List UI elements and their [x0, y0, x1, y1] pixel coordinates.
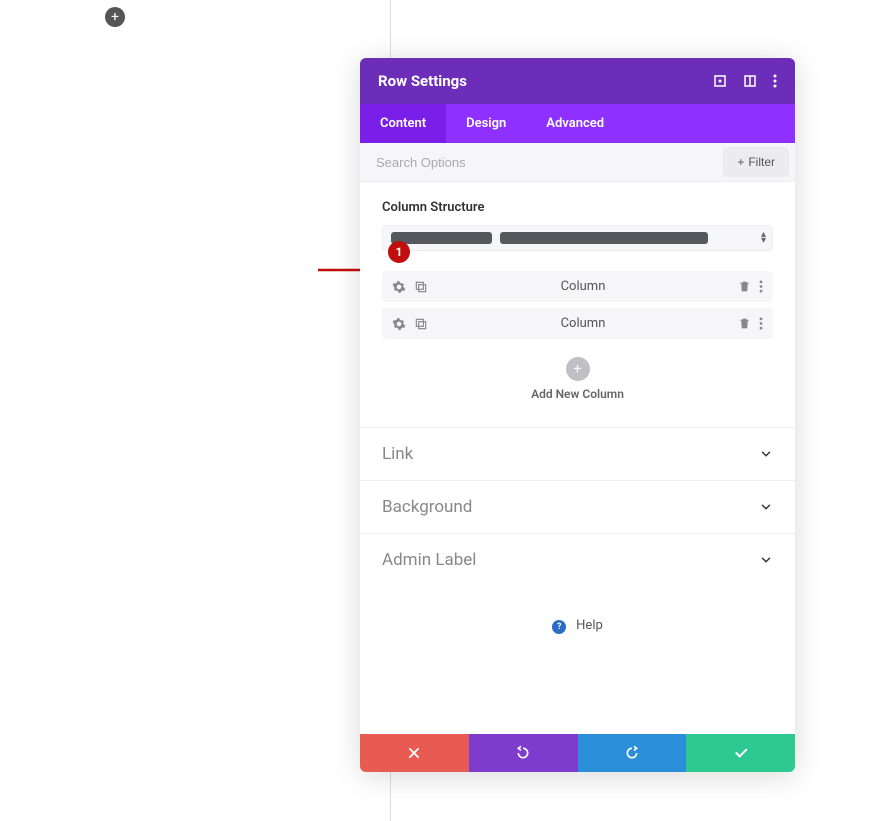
undo-icon — [515, 745, 531, 761]
chevron-down-icon — [759, 500, 773, 514]
accordion-admin-label[interactable]: Admin Label — [360, 533, 795, 586]
modal-footer — [360, 734, 795, 772]
duplicate-icon[interactable] — [414, 317, 428, 331]
column-row: Column — [382, 308, 773, 339]
tabs: Content Design Advanced — [360, 104, 795, 143]
add-column-label: Add New Column — [382, 387, 773, 401]
add-section-button[interactable]: + — [105, 7, 125, 27]
gear-icon[interactable] — [392, 317, 406, 331]
column-structure-picker[interactable]: ▴▾ — [382, 225, 773, 251]
more-icon[interactable] — [759, 317, 763, 330]
add-column: + Add New Column — [382, 345, 773, 419]
more-icon[interactable] — [773, 74, 777, 88]
redo-button[interactable] — [578, 734, 687, 772]
tab-advanced[interactable]: Advanced — [526, 104, 624, 143]
help-row[interactable]: ? Help — [360, 586, 795, 734]
plus-icon: + — [111, 9, 119, 25]
column-label: Column — [428, 316, 738, 331]
add-column-button[interactable]: + — [566, 357, 590, 381]
redo-icon — [624, 745, 640, 761]
column-row: Column — [382, 271, 773, 302]
select-indicator-icon: ▴▾ — [761, 232, 766, 244]
undo-button[interactable] — [469, 734, 578, 772]
trash-icon[interactable] — [738, 317, 751, 330]
trash-icon[interactable] — [738, 280, 751, 293]
column-structure-label: Column Structure — [382, 200, 773, 215]
modal-header: Row Settings — [360, 58, 795, 104]
check-icon — [733, 745, 749, 761]
column-label: Column — [428, 279, 738, 294]
accordion-title: Link — [382, 444, 413, 464]
tab-design[interactable]: Design — [446, 104, 526, 143]
accordion-title: Background — [382, 497, 472, 517]
chevron-down-icon — [759, 553, 773, 567]
filter-button[interactable]: + Filter — [723, 147, 789, 177]
snap-icon[interactable] — [743, 74, 757, 88]
accordion-title: Admin Label — [382, 550, 476, 570]
accordion-background[interactable]: Background — [360, 480, 795, 533]
gear-icon[interactable] — [392, 280, 406, 294]
cancel-button[interactable] — [360, 734, 469, 772]
content-body: Column Structure ▴▾ Column — [360, 182, 795, 427]
annotation-badge-1: 1 — [388, 241, 410, 263]
filter-label: Filter — [748, 155, 775, 169]
modal-title: Row Settings — [378, 72, 467, 90]
more-icon[interactable] — [759, 280, 763, 293]
accordion-link[interactable]: Link — [360, 427, 795, 480]
duplicate-icon[interactable] — [414, 280, 428, 294]
help-icon: ? — [552, 620, 566, 634]
header-icons — [713, 74, 777, 88]
search-row: + Filter — [360, 143, 795, 182]
search-input[interactable] — [360, 145, 717, 180]
column-segment — [500, 232, 708, 244]
column-segment — [391, 232, 492, 244]
expand-icon[interactable] — [713, 74, 727, 88]
tab-content[interactable]: Content — [360, 104, 446, 143]
save-button[interactable] — [686, 734, 795, 772]
chevron-down-icon — [759, 447, 773, 461]
plus-icon: + — [737, 155, 744, 169]
help-label: Help — [576, 618, 603, 633]
close-icon — [407, 746, 421, 760]
row-settings-modal: Row Settings Content Design Advanced + F… — [360, 58, 795, 772]
